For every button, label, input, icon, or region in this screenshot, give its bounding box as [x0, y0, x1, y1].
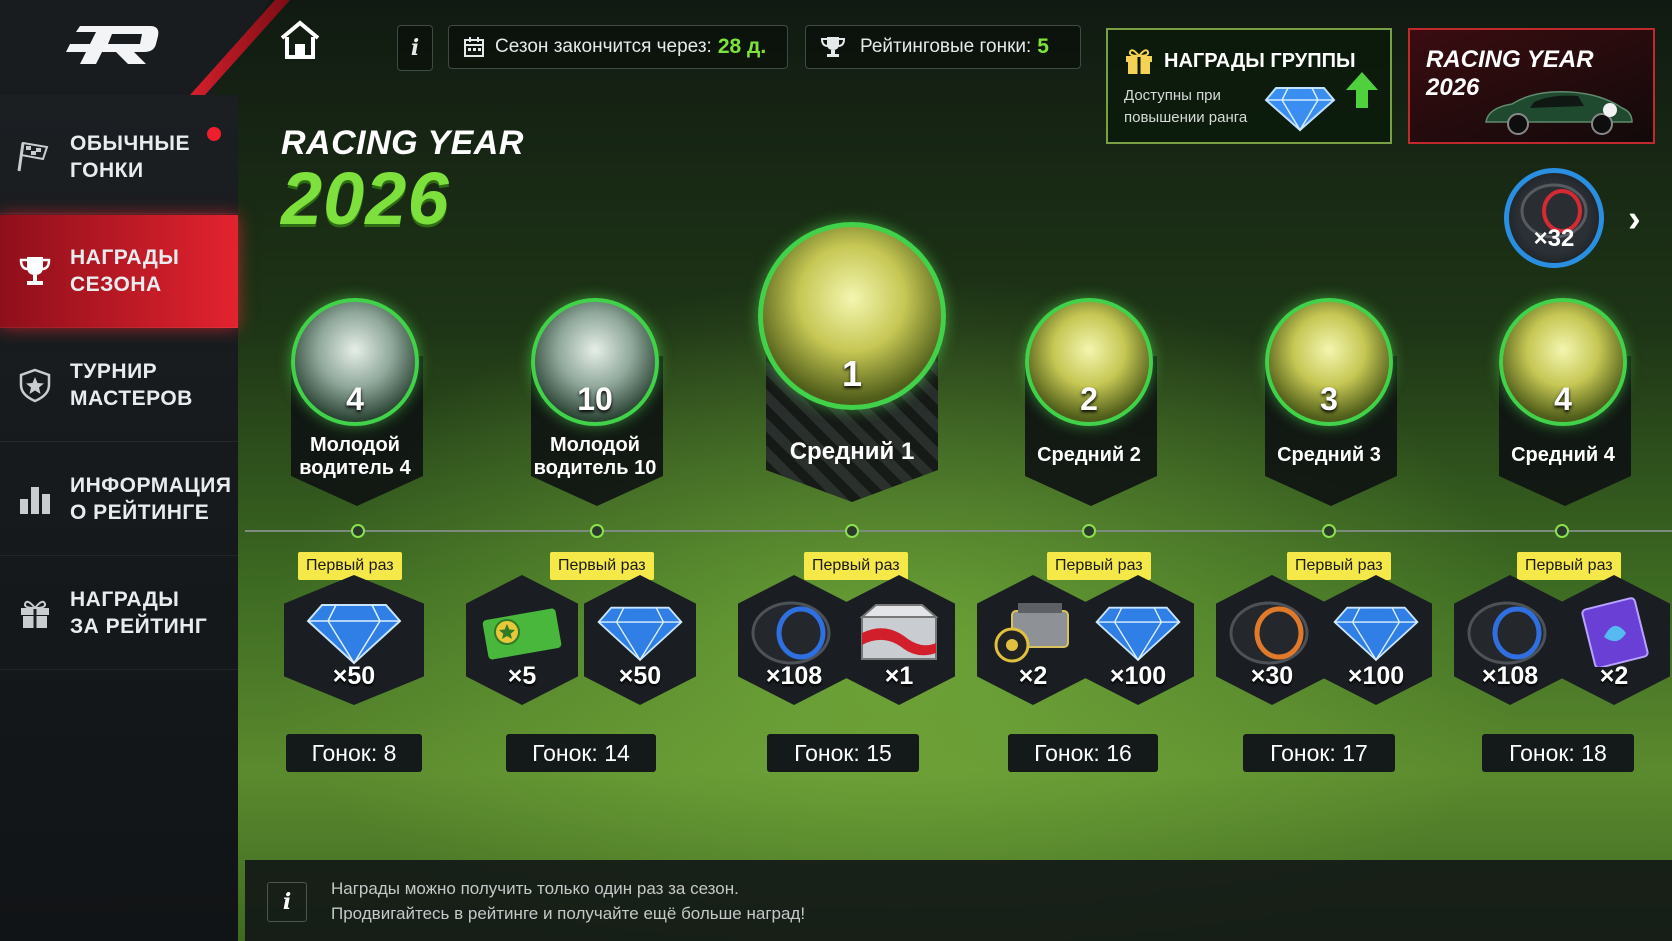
track-node: [1322, 524, 1336, 538]
tier-name: Средний 1: [789, 438, 915, 465]
first-time-badge: Первый раз: [804, 552, 908, 580]
sidebar: ОБЫЧНЫЕ ГОНКИ НАГРАДЫ СЕЗОНА ТУРНИР МАСТ…: [0, 95, 238, 941]
logo-r-icon: [66, 26, 159, 64]
next-arrow-button[interactable]: ›: [1628, 198, 1641, 241]
medal-icon: 1: [758, 222, 946, 410]
footer-line-2: Продвигайтесь в рейтинге и получайте ещё…: [331, 904, 806, 923]
tier-name: Молодой водитель 4: [299, 434, 411, 479]
sidebar-item-label: НАГРАДЫ СЕЗОНА: [70, 246, 180, 296]
sidebar-item-regular-races[interactable]: ОБЫЧНЫЕ ГОНКИ: [0, 101, 238, 214]
gift-icon: [1126, 49, 1152, 74]
sidebar-item-season-rewards[interactable]: НАГРАДЫ СЕЗОНА: [0, 215, 238, 328]
races-required: Гонок: 14: [506, 734, 656, 772]
first-time-badge: Первый раз: [298, 552, 402, 580]
tier-rank: 4: [346, 381, 364, 417]
tier-name: Средний 4: [1511, 444, 1615, 466]
info-icon: i: [267, 882, 307, 922]
page-title-year: 2026: [281, 157, 450, 240]
crate-icon: [859, 604, 939, 661]
medal-icon: 4: [291, 298, 419, 426]
engine-part-icon: [994, 603, 1069, 663]
footer-info-bar: i Награды можно получить только один раз…: [245, 860, 1672, 941]
rating-races-counter: Рейтинговые гонки: 5: [805, 25, 1081, 69]
notification-dot: [207, 127, 221, 141]
home-icon: [280, 20, 320, 59]
calendar-icon: [464, 37, 484, 57]
bar-chart-icon: [0, 481, 70, 517]
track-node: [1082, 524, 1096, 538]
medal-icon: 3: [1265, 298, 1393, 426]
rating-label: Рейтинговые гонки:: [860, 36, 1032, 57]
sidebar-item-label: ИНФОРМАЦИЯ О РЕЙТИНГЕ: [70, 474, 232, 524]
rank-up-arrow-icon: [1346, 72, 1378, 108]
ticket-icon: [482, 608, 562, 660]
info-button[interactable]: i: [397, 25, 433, 71]
season-timer: Сезон закончится через: 28 д.: [448, 25, 788, 69]
tire-icon: [751, 601, 831, 665]
sports-car-icon: [1485, 91, 1633, 135]
top-reward-tires[interactable]: ×32: [1504, 168, 1604, 268]
footer-message: Награды можно получить только один раз з…: [331, 876, 805, 926]
track-node: [590, 524, 604, 538]
races-required: Гонок: 18: [1482, 734, 1634, 772]
tier-name: Молодой водитель 10: [533, 434, 657, 479]
races-required: Гонок: 17: [1243, 734, 1395, 772]
medal-icon: 4: [1499, 298, 1627, 426]
diamond-icon: [306, 604, 402, 665]
first-time-badge: Первый раз: [1047, 552, 1151, 580]
tier-rank: 2: [1080, 381, 1098, 417]
tire-icon: [1467, 601, 1547, 665]
medal-icon: 2: [1025, 298, 1153, 426]
sidebar-item-label: НАГРАДЫ ЗА РЕЙТИНГ: [70, 588, 208, 638]
racing-year-promo-banner[interactable]: RACING YEAR 2026: [1408, 28, 1655, 144]
sidebar-item-rating-rewards[interactable]: НАГРАДЫ ЗА РЕЙТИНГ: [0, 557, 238, 670]
tire-icon: [1229, 601, 1309, 665]
races-required: Гонок: 16: [1008, 734, 1158, 772]
sidebar-item-label: ОБЫЧНЫЕ ГОНКИ: [70, 132, 190, 182]
tier-rank: 3: [1320, 381, 1338, 417]
tier-rank: 10: [577, 381, 613, 417]
group-rewards-subtitle: Доступны при повышении ранга: [1124, 87, 1248, 126]
sidebar-item-label: ТУРНИР МАСТЕРОВ: [70, 360, 193, 410]
footer-line-1: Награды можно получить только один раз з…: [331, 879, 739, 898]
medal-icon: 10: [531, 298, 659, 426]
diamond-icon: [1095, 606, 1181, 662]
rating-value: 5: [1037, 35, 1049, 58]
tier-name: Средний 3: [1277, 444, 1381, 466]
races-required: Гонок: 8: [286, 734, 422, 772]
diamond-icon: [1333, 606, 1419, 662]
track-node: [845, 524, 859, 538]
gift-icon: [0, 595, 70, 631]
top-reward-qty: ×32: [1533, 225, 1575, 252]
tier-rank: 1: [841, 353, 863, 394]
card-icon: [1581, 597, 1649, 668]
sidebar-item-rating-info[interactable]: ИНФОРМАЦИЯ О РЕЙТИНГЕ: [0, 443, 238, 556]
trophy-icon: [820, 37, 846, 57]
first-time-badge: Первый раз: [1517, 552, 1621, 580]
group-rewards-panel[interactable]: НАГРАДЫ ГРУППЫ Доступны при повышении ра…: [1106, 28, 1392, 144]
progress-track: [245, 530, 1672, 532]
track-node: [1555, 524, 1569, 538]
trophy-icon: [0, 253, 70, 289]
track-node: [351, 524, 365, 538]
checkered-flag-icon: [0, 139, 70, 175]
races-required: Гонок: 15: [767, 734, 919, 772]
season-days-value: 28 д.: [717, 35, 767, 58]
tier-rank: 4: [1554, 381, 1572, 417]
shield-star-icon: [0, 367, 70, 403]
sidebar-item-masters-tournament[interactable]: ТУРНИР МАСТЕРОВ: [0, 329, 238, 442]
group-rewards-title: НАГРАДЫ ГРУППЫ: [1164, 50, 1356, 72]
tier-name: Средний 2: [1037, 444, 1141, 466]
first-time-badge: Первый раз: [550, 552, 654, 580]
diamond-icon: [1264, 87, 1336, 132]
season-label: Сезон закончится через:: [495, 36, 712, 57]
diamond-icon: [597, 606, 683, 662]
home-button[interactable]: [278, 18, 322, 62]
